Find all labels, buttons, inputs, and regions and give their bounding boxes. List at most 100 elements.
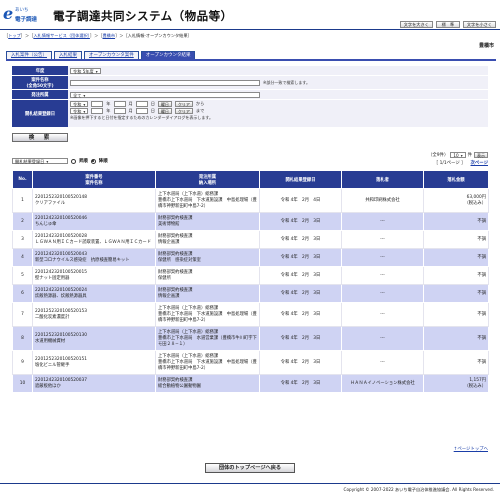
case-name-note: ※部分一致で検索します。 <box>263 79 310 85</box>
result-date: 令和 4年 2月 3日 <box>259 212 342 231</box>
amount-cell: 不調 <box>423 284 489 303</box>
search-button[interactable]: 検 索 <box>12 133 68 142</box>
tab-open-counter-results[interactable]: オープンカウンタ結果 <box>140 51 196 59</box>
sort-desc-label: 降順 <box>98 159 108 164</box>
amount: 不調 <box>477 290 486 296</box>
case-name: 塩化ビニル管継手 <box>35 362 70 368</box>
next-page-link[interactable]: 次ページ <box>471 160 488 166</box>
date-from-year-input[interactable] <box>91 101 104 107</box>
tab-bid-notices[interactable]: 入札案件（公告） <box>6 51 52 59</box>
tab-open-counter-cases[interactable]: オープンカウンタ案件 <box>84 51 139 59</box>
font-smaller-button[interactable]: 文字を小さく <box>462 21 496 28</box>
case-name-input[interactable] <box>70 79 260 86</box>
sort-asc-label: 昇順 <box>79 159 88 164</box>
pager: （全9件） 10 件 表示 ［ 1/1ページ ］ 次ページ <box>428 152 488 166</box>
date-from-clear-button[interactable]: クリア <box>174 101 193 107</box>
city-name: 豊橋市 <box>478 43 494 49</box>
amount: 不調 <box>477 335 486 341</box>
copyright: Copyright © 2007-2022 あいち電子自治体推進協議会. All… <box>343 487 494 492</box>
result-date-label: 開札結果登録日 <box>12 100 68 127</box>
date-to-day-input[interactable] <box>135 108 148 114</box>
app-title: 電子調達共同システム（物品等） <box>53 9 233 23</box>
delivery-place: 豊橋市上下水道局 水道営業課（豊橋市牛川町字下モ田２８−１） <box>158 335 257 347</box>
dept-cell: 財務部契約検査課 保健所 <box>155 266 260 285</box>
year-select[interactable]: 令和 5年度 <box>70 67 101 74</box>
back-to-top-button[interactable]: 団体のトップページへ戻る <box>205 463 295 473</box>
date-note: ※画像を押下すると日付を指定するためのカレンダーダイアログを表示します。 <box>70 115 213 120</box>
delivery-place: 情報企画課 <box>158 239 180 245</box>
col-no: No. <box>12 170 33 189</box>
tax-note: （税込み） <box>464 383 486 389</box>
breadcrumb-top[interactable]: トップ <box>8 33 21 38</box>
date-to-calendar-button[interactable]: 曜日 <box>157 108 172 114</box>
winner: --- <box>341 266 424 285</box>
dept-cell: 上下水道局（上下水道）総務課 豊橋市上下水道局 下水道施設課 中島処理場（豊橋市神… <box>155 302 260 327</box>
result-date: 令和 4年 2月 3日 <box>259 248 342 267</box>
amount-cell: 不調 <box>423 266 489 285</box>
per-page-unit: 件 <box>467 153 472 158</box>
font-standard-button[interactable]: 標 準 <box>435 21 460 28</box>
breadcrumb-service[interactable]: 入札情報サービス（団体選択） <box>33 33 90 38</box>
row-number: 1 <box>12 188 33 213</box>
date-from-calendar-button[interactable]: 曜日 <box>157 101 172 107</box>
result-date: 令和 4年 2月 3日 <box>259 302 342 327</box>
sort-desc-radio[interactable] <box>90 158 96 164</box>
delivery-place: 美術博物館 <box>158 221 180 227</box>
amount: 不調 <box>477 272 486 278</box>
sort-key-select[interactable]: 開札結果登録日 <box>12 158 68 164</box>
date-from-day-input[interactable] <box>135 101 148 107</box>
date-to-era-select[interactable]: 令和 <box>70 108 89 114</box>
delivery-place: 豊橋市上下水道局 下水道施設課 中島処理場（豊橋市神野新田町中島7-2） <box>158 197 257 209</box>
site-logo[interactable]: e あいち 電子調達 <box>3 4 45 26</box>
col-date: 開札結果登録日 <box>259 170 342 189</box>
delivery-place: 情報企画課 <box>158 293 180 299</box>
year-label: 年度 <box>12 66 68 75</box>
amount-cell: 不調 <box>423 212 489 231</box>
sort-controls: 開札結果登録日 昇順 降順 <box>12 158 108 164</box>
amount-cell: 不調 <box>423 350 489 375</box>
breadcrumb-city[interactable]: 豊橋市 <box>102 33 115 38</box>
page-info: ［ 1/1ページ ］ <box>433 161 466 166</box>
page-top-link[interactable]: ↑ページトップへ <box>454 446 488 452</box>
date-from-suffix: から <box>195 101 205 106</box>
date-to-day-unit: 日 <box>150 108 155 113</box>
col-amount: 落札金額 <box>423 170 489 189</box>
table-row: 4 2201242320100520043 新型コロナウイルス感染症 抗原検査簡易キ… <box>12 248 489 267</box>
delivery-place: 豊橋市上下水道局 下水道施設課 中島処理場（豊橋市神野新田町中島7-2） <box>158 311 257 323</box>
date-from-row: 令和 年 月 日 曜日 クリア から <box>70 101 204 107</box>
date-to-month-unit: 月 <box>128 108 133 113</box>
dept-cell: 上下水道局（上下水道）総務課 豊橋市上下水道局 下水道施設課 中島処理場（豊橋市神… <box>155 350 260 375</box>
date-to-year-input[interactable] <box>91 108 104 114</box>
sort-asc-radio[interactable] <box>71 158 76 164</box>
case-cell: 2201242320100520028 ＬＧＷＡＮ用ＩＣカード読取装置、ＬＧＷＡＮ… <box>32 230 156 249</box>
tab-bar: 入札案件（公告） 入札結果 オープンカウンタ案件 オープンカウンタ結果 <box>6 51 196 59</box>
case-cell: 2201242320100520046 ちんじゅ傘 <box>32 212 156 231</box>
date-to-year-unit: 年 <box>106 108 111 113</box>
date-from-era-select[interactable]: 令和 <box>70 101 89 107</box>
date-from-month-input[interactable] <box>113 101 126 107</box>
results-table: No. 案件番号 案件名称 発注所属 納入場所 開札結果登録日 落札者 落札金額… <box>12 170 489 393</box>
amount-cell: 不調 <box>423 326 489 351</box>
date-to-month-input[interactable] <box>113 108 126 114</box>
footer-line <box>0 483 500 484</box>
case-cell: 2201252320100520148 クリアファイル <box>32 188 156 213</box>
case-name: 水道用機械資材 <box>35 338 66 344</box>
dept-cell: 財務部契約検査課 保健所 感染症対策室 <box>155 248 260 267</box>
tab-bid-results[interactable]: 入札結果 <box>54 51 82 59</box>
row-number: 6 <box>12 284 33 303</box>
case-cell: 2201252320100520130 水道用機械資材 <box>32 326 156 351</box>
font-larger-button[interactable]: 文字を大きく <box>399 21 433 28</box>
amount: 不調 <box>477 254 486 260</box>
row-number: 7 <box>12 302 33 327</box>
department-label: 発注所属 <box>12 90 68 99</box>
winner: --- <box>341 230 424 249</box>
show-button[interactable]: 表示 <box>474 152 488 158</box>
row-number: 2 <box>12 212 33 231</box>
per-page-select[interactable]: 10 <box>450 152 466 158</box>
date-to-clear-button[interactable]: クリア <box>174 108 193 114</box>
breadcrumb: ［トップ］＞［入札情報サービス（団体選択）］＞［豊橋市］＞［入札情報-オープンカ… <box>4 33 192 38</box>
department-select[interactable]: 全て <box>70 91 260 98</box>
table-row: 6 2201242320100520024 炊飯熱源器、炊飯熱源器具 財務部契約検査課… <box>12 284 489 303</box>
breadcrumb-current: 入札情報-オープンカウンタ結果 <box>127 33 188 38</box>
tab-underline <box>6 59 496 61</box>
